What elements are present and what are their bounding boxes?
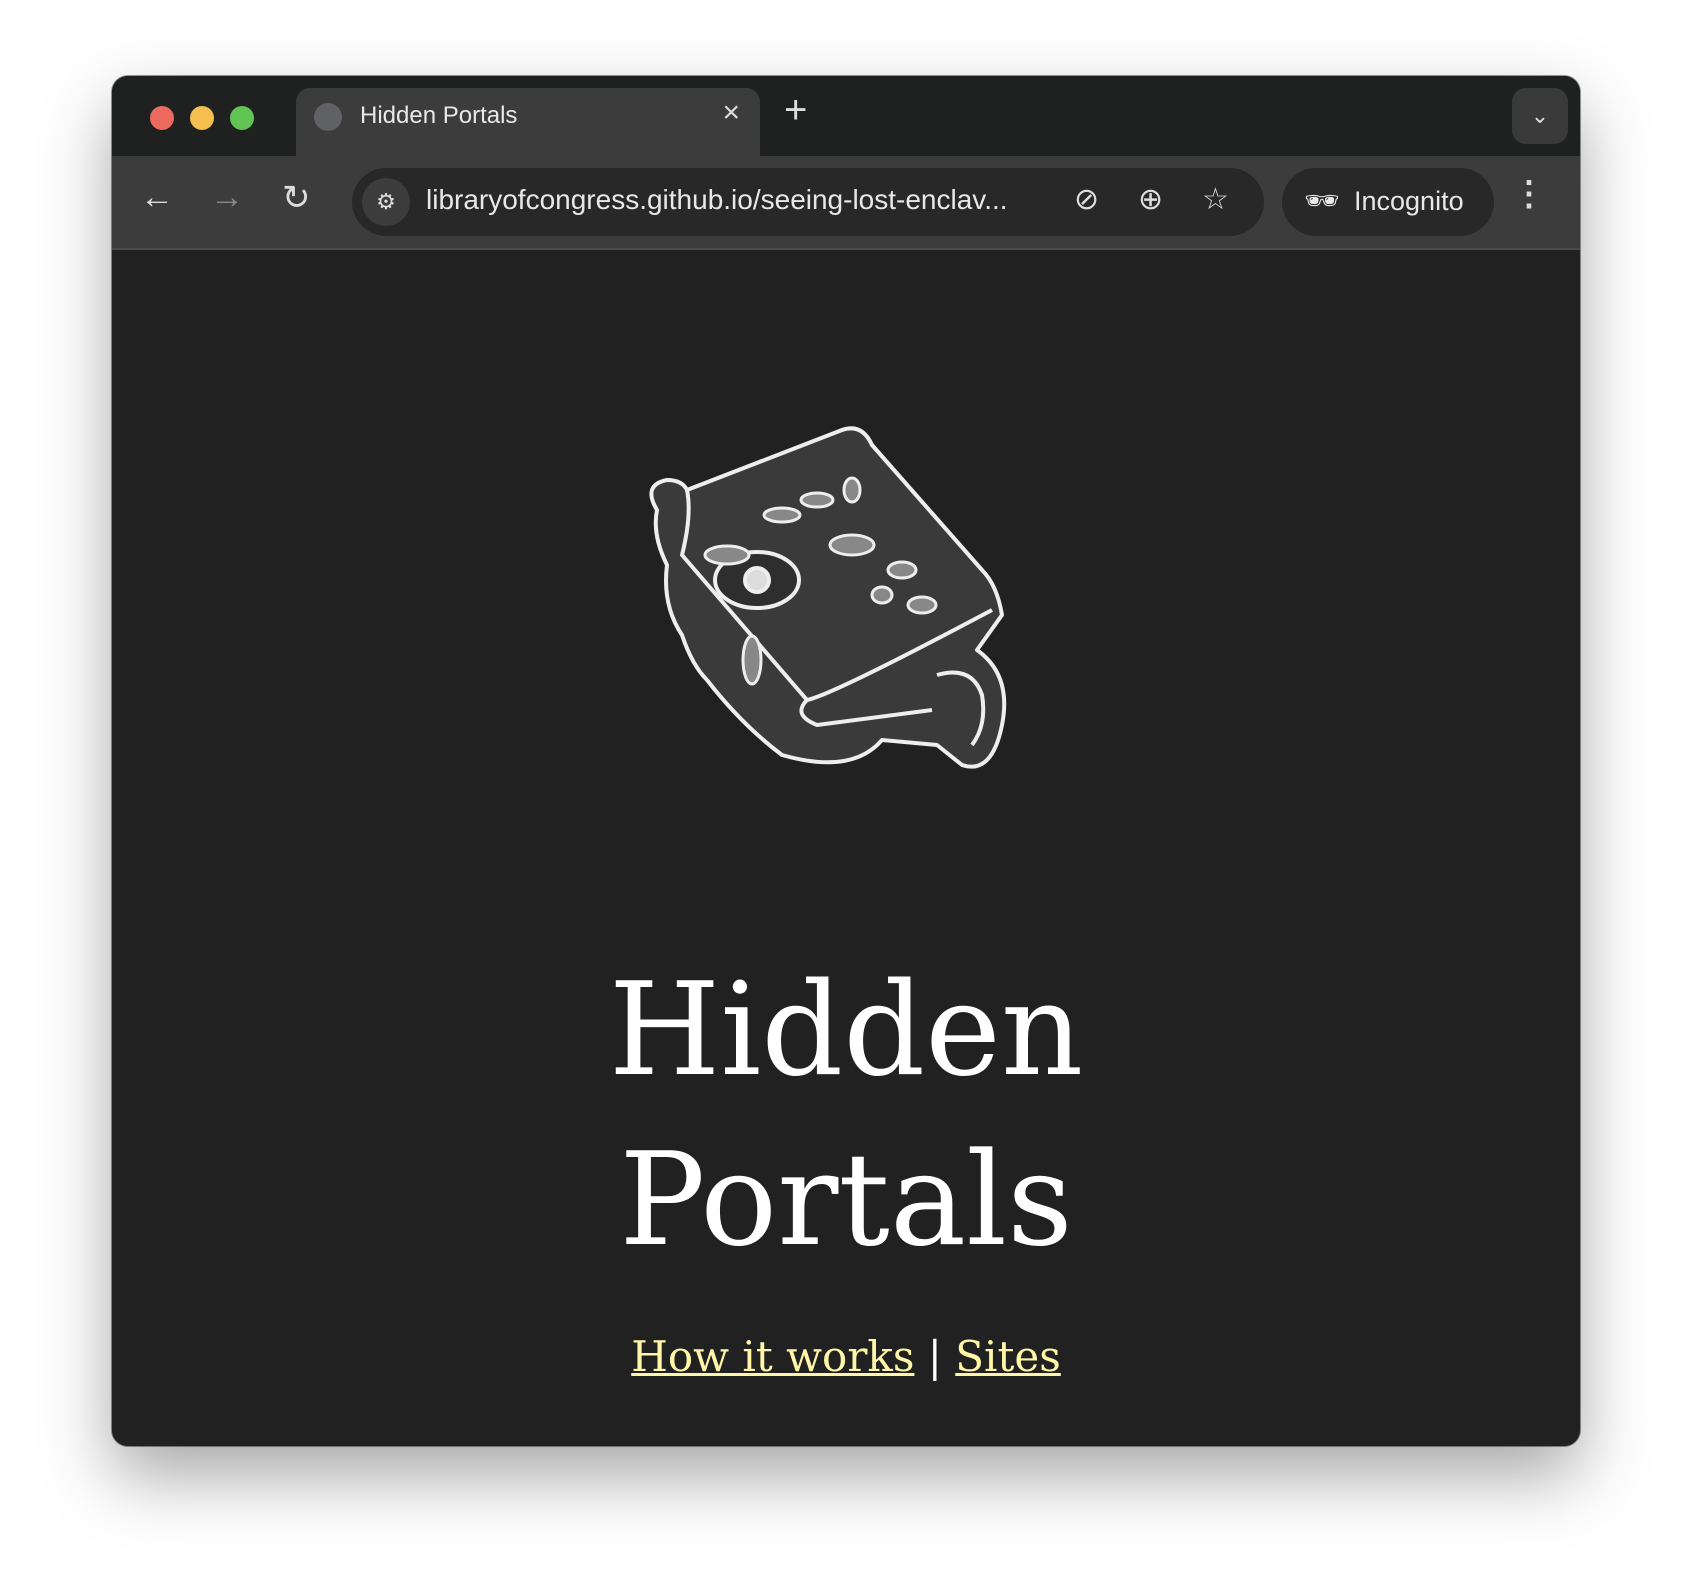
url-text[interactable]: libraryofcongress.github.io/seeing-lost-… bbox=[426, 184, 1008, 216]
maximize-window-button[interactable] bbox=[230, 106, 254, 130]
minimize-window-button[interactable] bbox=[190, 106, 214, 130]
title-line-2: Portals bbox=[619, 1126, 1073, 1275]
incognito-label: Incognito bbox=[1354, 186, 1464, 216]
toolbar: ← → ↻ ⚙ libraryofcongress.github.io/seei… bbox=[112, 156, 1580, 250]
incognito-icon: 🕶 bbox=[1304, 185, 1340, 216]
address-bar[interactable]: ⚙ libraryofcongress.github.io/seeing-los… bbox=[352, 168, 1264, 236]
nav-links: How it works | Sites bbox=[112, 1332, 1580, 1381]
book-creature-illustration bbox=[649, 426, 1007, 769]
new-tab-button[interactable]: + bbox=[784, 88, 807, 133]
how-it-works-link[interactable]: How it works bbox=[631, 1332, 914, 1381]
tab-title: Hidden Portals bbox=[360, 102, 518, 129]
tab-bar: Hidden Portals × + ⌄ bbox=[112, 76, 1580, 156]
forward-icon[interactable]: → bbox=[210, 178, 244, 217]
tab-hidden-portals[interactable]: Hidden Portals × bbox=[296, 88, 760, 156]
title-line-1: Hidden bbox=[608, 956, 1084, 1105]
close-tab-icon[interactable]: × bbox=[722, 96, 740, 130]
back-icon[interactable]: ← bbox=[140, 178, 174, 217]
tracking-off-icon[interactable]: ⊘ bbox=[1074, 182, 1099, 217]
site-info-icon[interactable]: ⚙ bbox=[362, 178, 410, 226]
page-title: Hidden Portals bbox=[112, 946, 1580, 1286]
globe-icon bbox=[314, 103, 342, 131]
reload-icon[interactable]: ↻ bbox=[282, 178, 311, 218]
page-content: Hidden Portals How it works | Sites bbox=[112, 250, 1580, 1446]
zoom-icon[interactable]: ⊕ bbox=[1138, 182, 1163, 217]
browser-window: Hidden Portals × + ⌄ ← → ↻ ⚙ libraryofco… bbox=[112, 76, 1580, 1446]
link-separator: | bbox=[927, 1332, 942, 1381]
close-window-button[interactable] bbox=[150, 106, 174, 130]
tab-search-button[interactable]: ⌄ bbox=[1512, 88, 1568, 144]
bookmark-star-icon[interactable]: ☆ bbox=[1202, 182, 1229, 217]
sites-link[interactable]: Sites bbox=[955, 1332, 1061, 1381]
more-menu-icon[interactable]: ⋮ bbox=[1512, 174, 1546, 214]
incognito-button[interactable]: 🕶 Incognito bbox=[1282, 168, 1494, 236]
